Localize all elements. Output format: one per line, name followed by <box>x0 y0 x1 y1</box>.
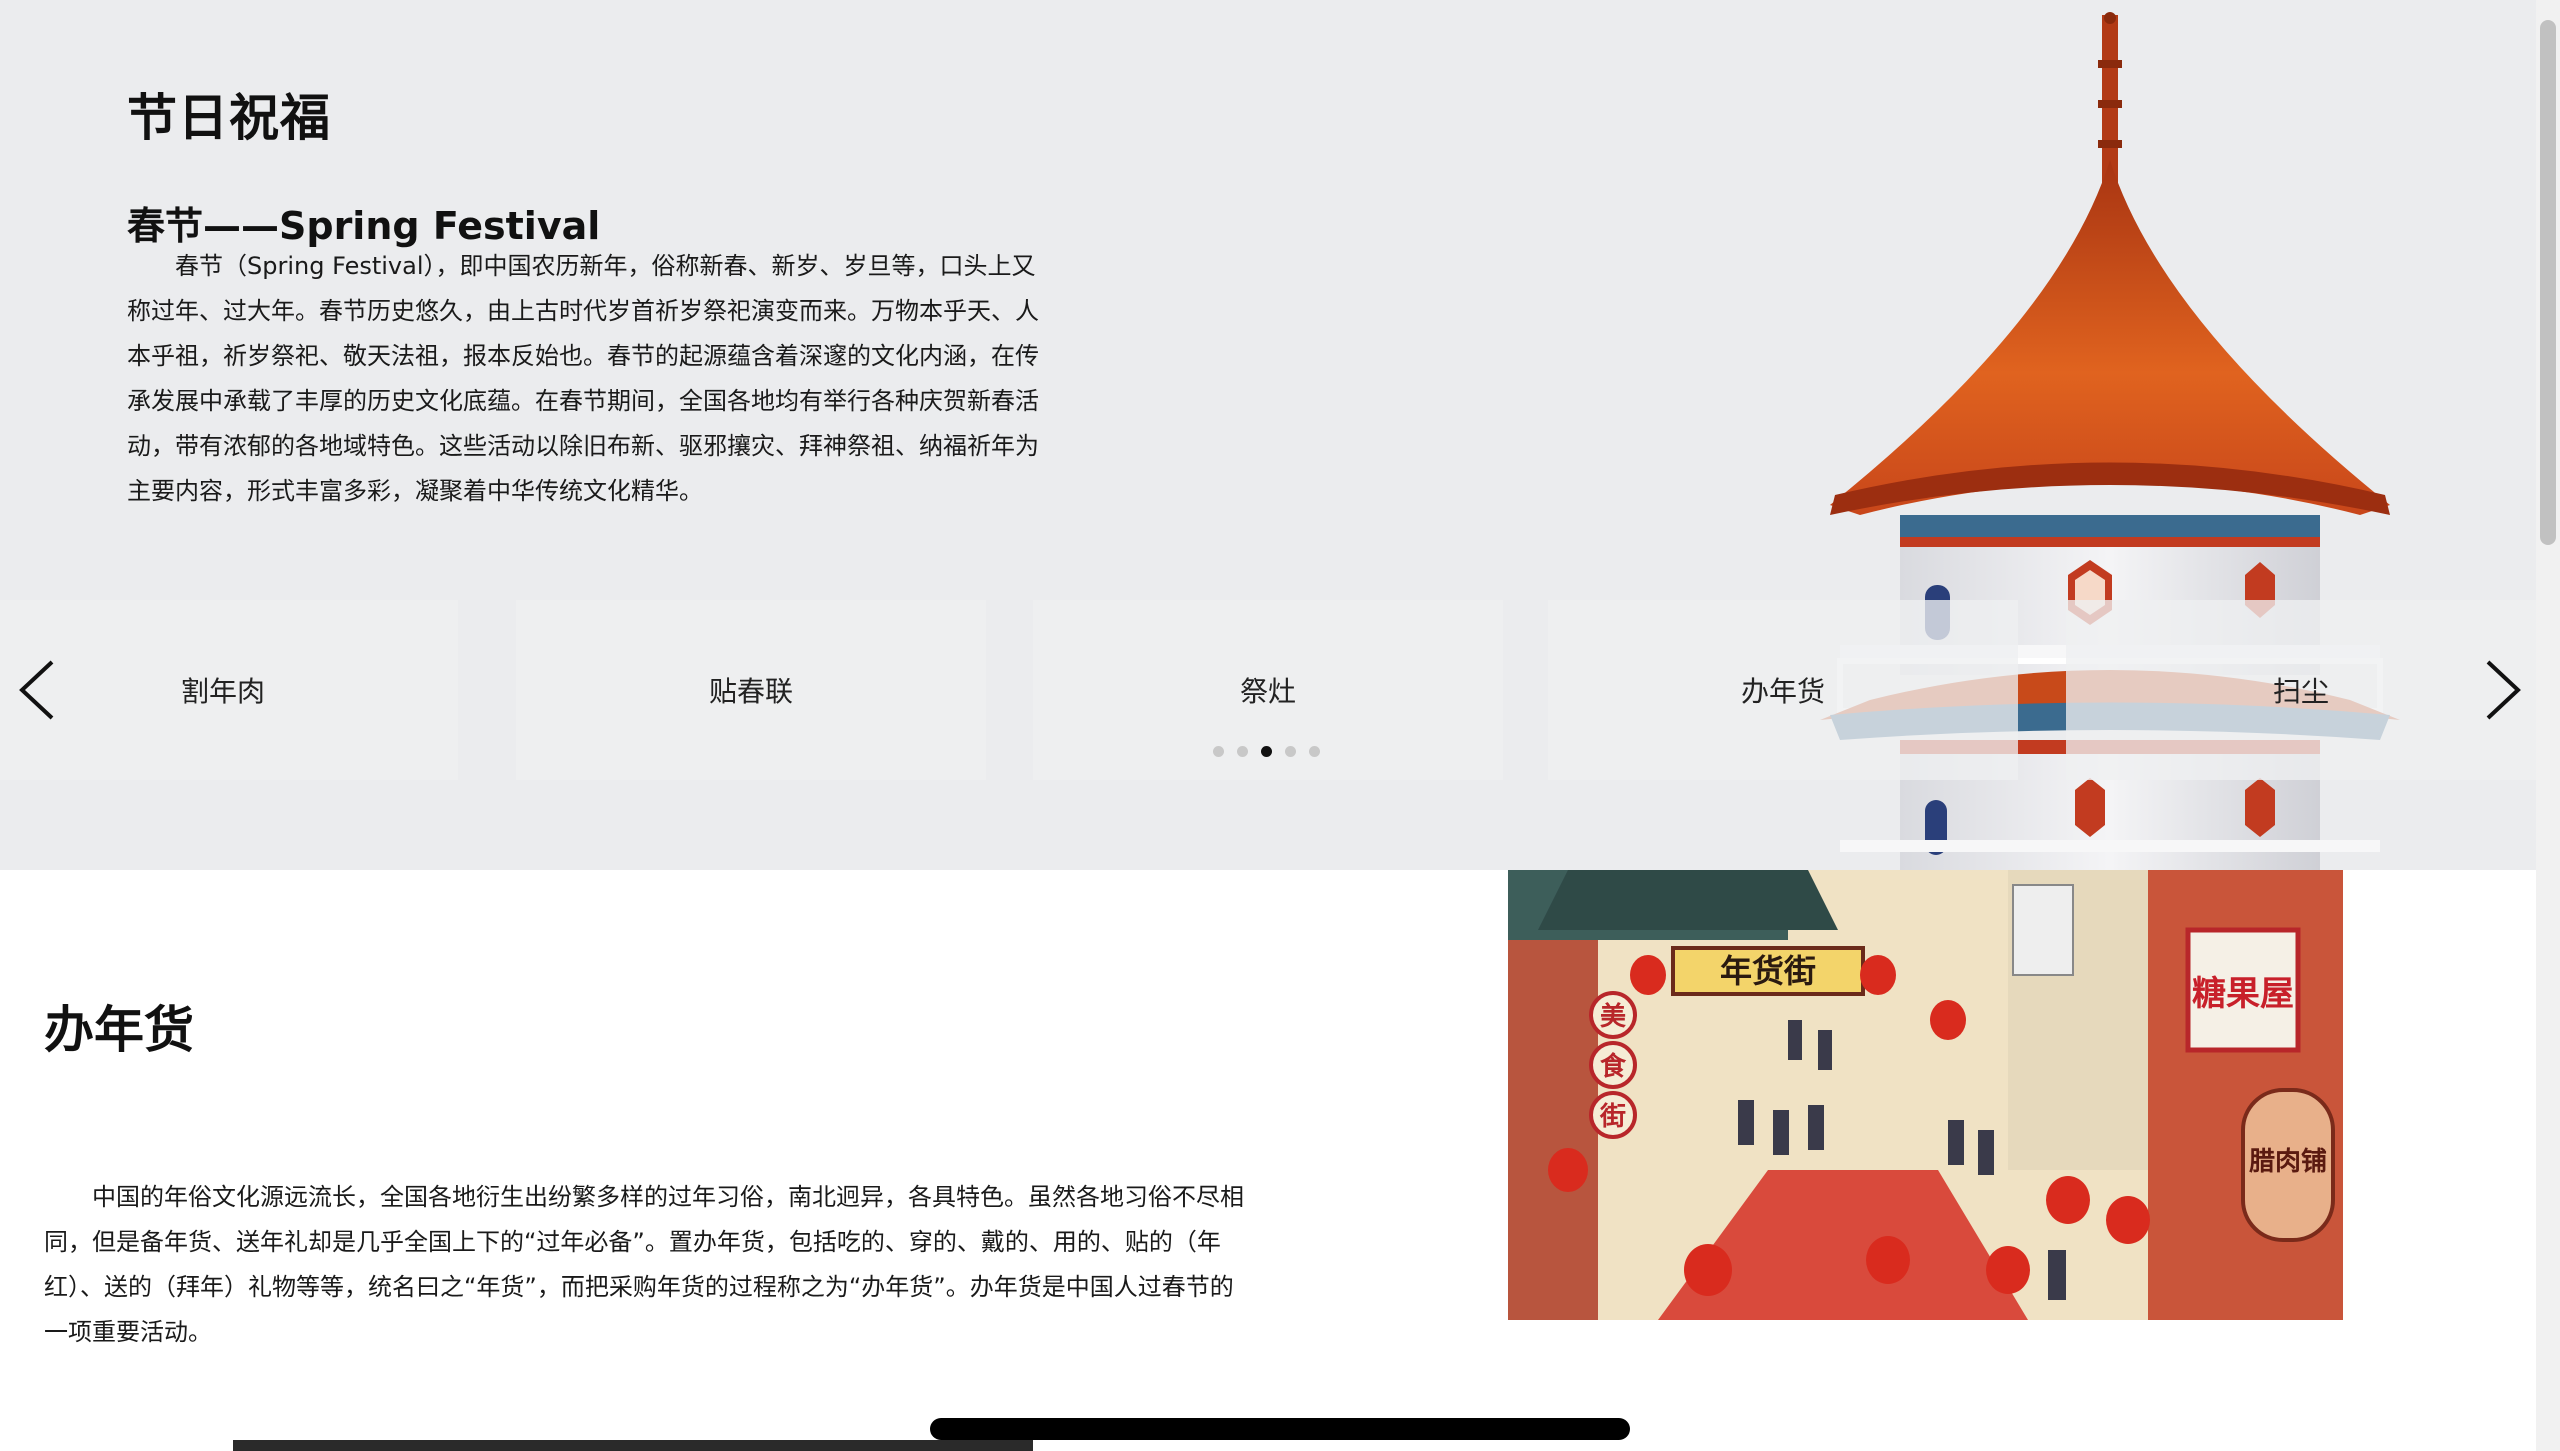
section-title: 办年货 <box>44 1001 194 1059</box>
festival-title: 春节——Spring Festival <box>127 204 601 248</box>
carousel-pagination <box>1213 746 1320 757</box>
pagination-dot[interactable] <box>1309 746 1320 757</box>
chevron-right-icon[interactable] <box>2470 658 2530 722</box>
carousel-card-label: 割年肉 <box>180 675 265 708</box>
hero-section: 节日祝福 春节——Spring Festival 春节（Spring Festi… <box>0 0 2536 870</box>
next-section-image-edge <box>233 1440 1033 1451</box>
carousel-card-label: 祭灶 <box>1239 675 1296 708</box>
carousel-card[interactable]: 扫尘 <box>2066 600 2536 780</box>
home-indicator[interactable] <box>930 1418 1630 1440</box>
page-title: 节日祝福 <box>127 89 331 147</box>
sign-market-main: 年货街 <box>1720 952 1816 990</box>
sign-food-1: 美 <box>1600 1001 1626 1032</box>
sign-food-3: 街 <box>1599 1102 1626 1132</box>
sign-candy: 糖果屋 <box>2192 974 2294 1014</box>
activity-carousel[interactable]: 割年肉 贴春联 祭灶 办年货 扫尘 <box>0 600 2536 780</box>
festival-description: 春节（Spring Festival），即中国农历新年，俗称新春、新岁、岁旦等，… <box>127 252 1039 505</box>
pagination-dot[interactable] <box>1285 746 1296 757</box>
sign-food-2: 食 <box>1600 1051 1627 1082</box>
scrollbar-thumb[interactable] <box>2540 20 2556 545</box>
chevron-left-icon[interactable] <box>10 658 70 722</box>
new-year-market-image: 美 食 街 年货街 糖果屋 腊肉铺 <box>1508 870 2343 1320</box>
carousel-card-label: 扫尘 <box>2272 675 2329 708</box>
section-description: 中国的年俗文化源远流长，全国各地衍生出纷繁多样的过年习俗，南北迥异，各具特色。虽… <box>44 1183 1244 1346</box>
carousel-card-label: 办年货 <box>1740 675 1825 708</box>
pagination-dot[interactable] <box>1237 746 1248 757</box>
carousel-card[interactable]: 贴春联 <box>516 600 986 780</box>
pagination-dot-active[interactable] <box>1261 746 1272 757</box>
sign-meat: 腊肉铺 <box>2249 1147 2327 1177</box>
carousel-card[interactable]: 办年货 <box>1548 600 2018 780</box>
carousel-card-label: 贴春联 <box>708 675 793 708</box>
pagination-dot[interactable] <box>1213 746 1224 757</box>
